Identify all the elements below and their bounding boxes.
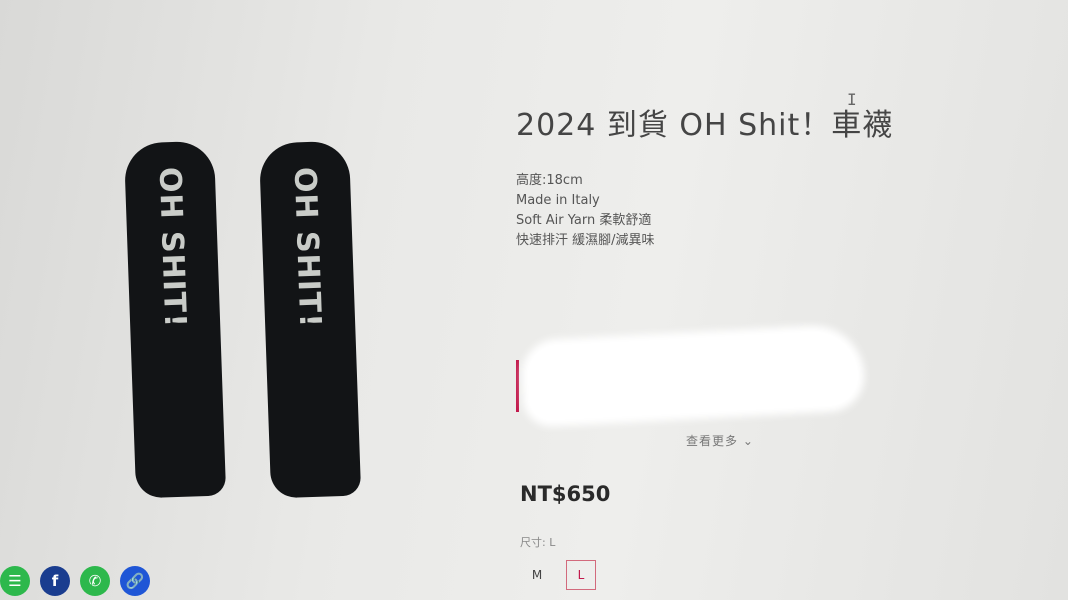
promotion-accent-bar (516, 360, 519, 412)
product-description: 高度:18cm Made in Italy Soft Air Yarn 柔軟舒適… (516, 171, 946, 251)
sock-print-text: OH SHIT! (152, 165, 193, 329)
sock-image-left: OH SHIT! (123, 140, 227, 499)
link-icon[interactable]: 🔗 (120, 566, 150, 596)
sock-image-right: OH SHIT! (258, 140, 362, 499)
description-line: Soft Air Yarn 柔軟舒適 (516, 213, 652, 228)
product-price: NT$650 (520, 482, 611, 506)
text-cursor-icon: I (847, 90, 857, 109)
redaction-mark (720, 355, 850, 395)
sock-print-text: OH SHIT! (287, 165, 328, 329)
product-details: 2024 到貨 OH Shit！車襪 高度:18cm Made in Italy… (516, 105, 946, 251)
size-selector: M L (522, 560, 596, 590)
product-page: OH SHIT! OH SHIT! 2024 到貨 OH Shit！車襪 高度:… (0, 0, 1068, 600)
description-line: Made in Italy (516, 193, 600, 208)
share-buttons: ☰ f ✆ 🔗 (0, 566, 150, 596)
product-image[interactable]: OH SHIT! OH SHIT! (110, 130, 390, 520)
product-title: 2024 到貨 OH Shit！車襪 (516, 108, 894, 143)
facebook-icon[interactable]: f (40, 566, 70, 596)
see-more-link[interactable]: 查看更多 ⌄ (686, 432, 754, 449)
size-option-m[interactable]: M (522, 560, 552, 590)
line-icon[interactable]: ☰ (0, 566, 30, 596)
description-line: 高度:18cm (516, 173, 583, 188)
size-label: 尺寸: L (520, 536, 556, 549)
description-line: 快速排汗 緩濕腳/減異味 (516, 233, 655, 248)
size-option-l[interactable]: L (566, 560, 596, 590)
whatsapp-icon[interactable]: ✆ (80, 566, 110, 596)
